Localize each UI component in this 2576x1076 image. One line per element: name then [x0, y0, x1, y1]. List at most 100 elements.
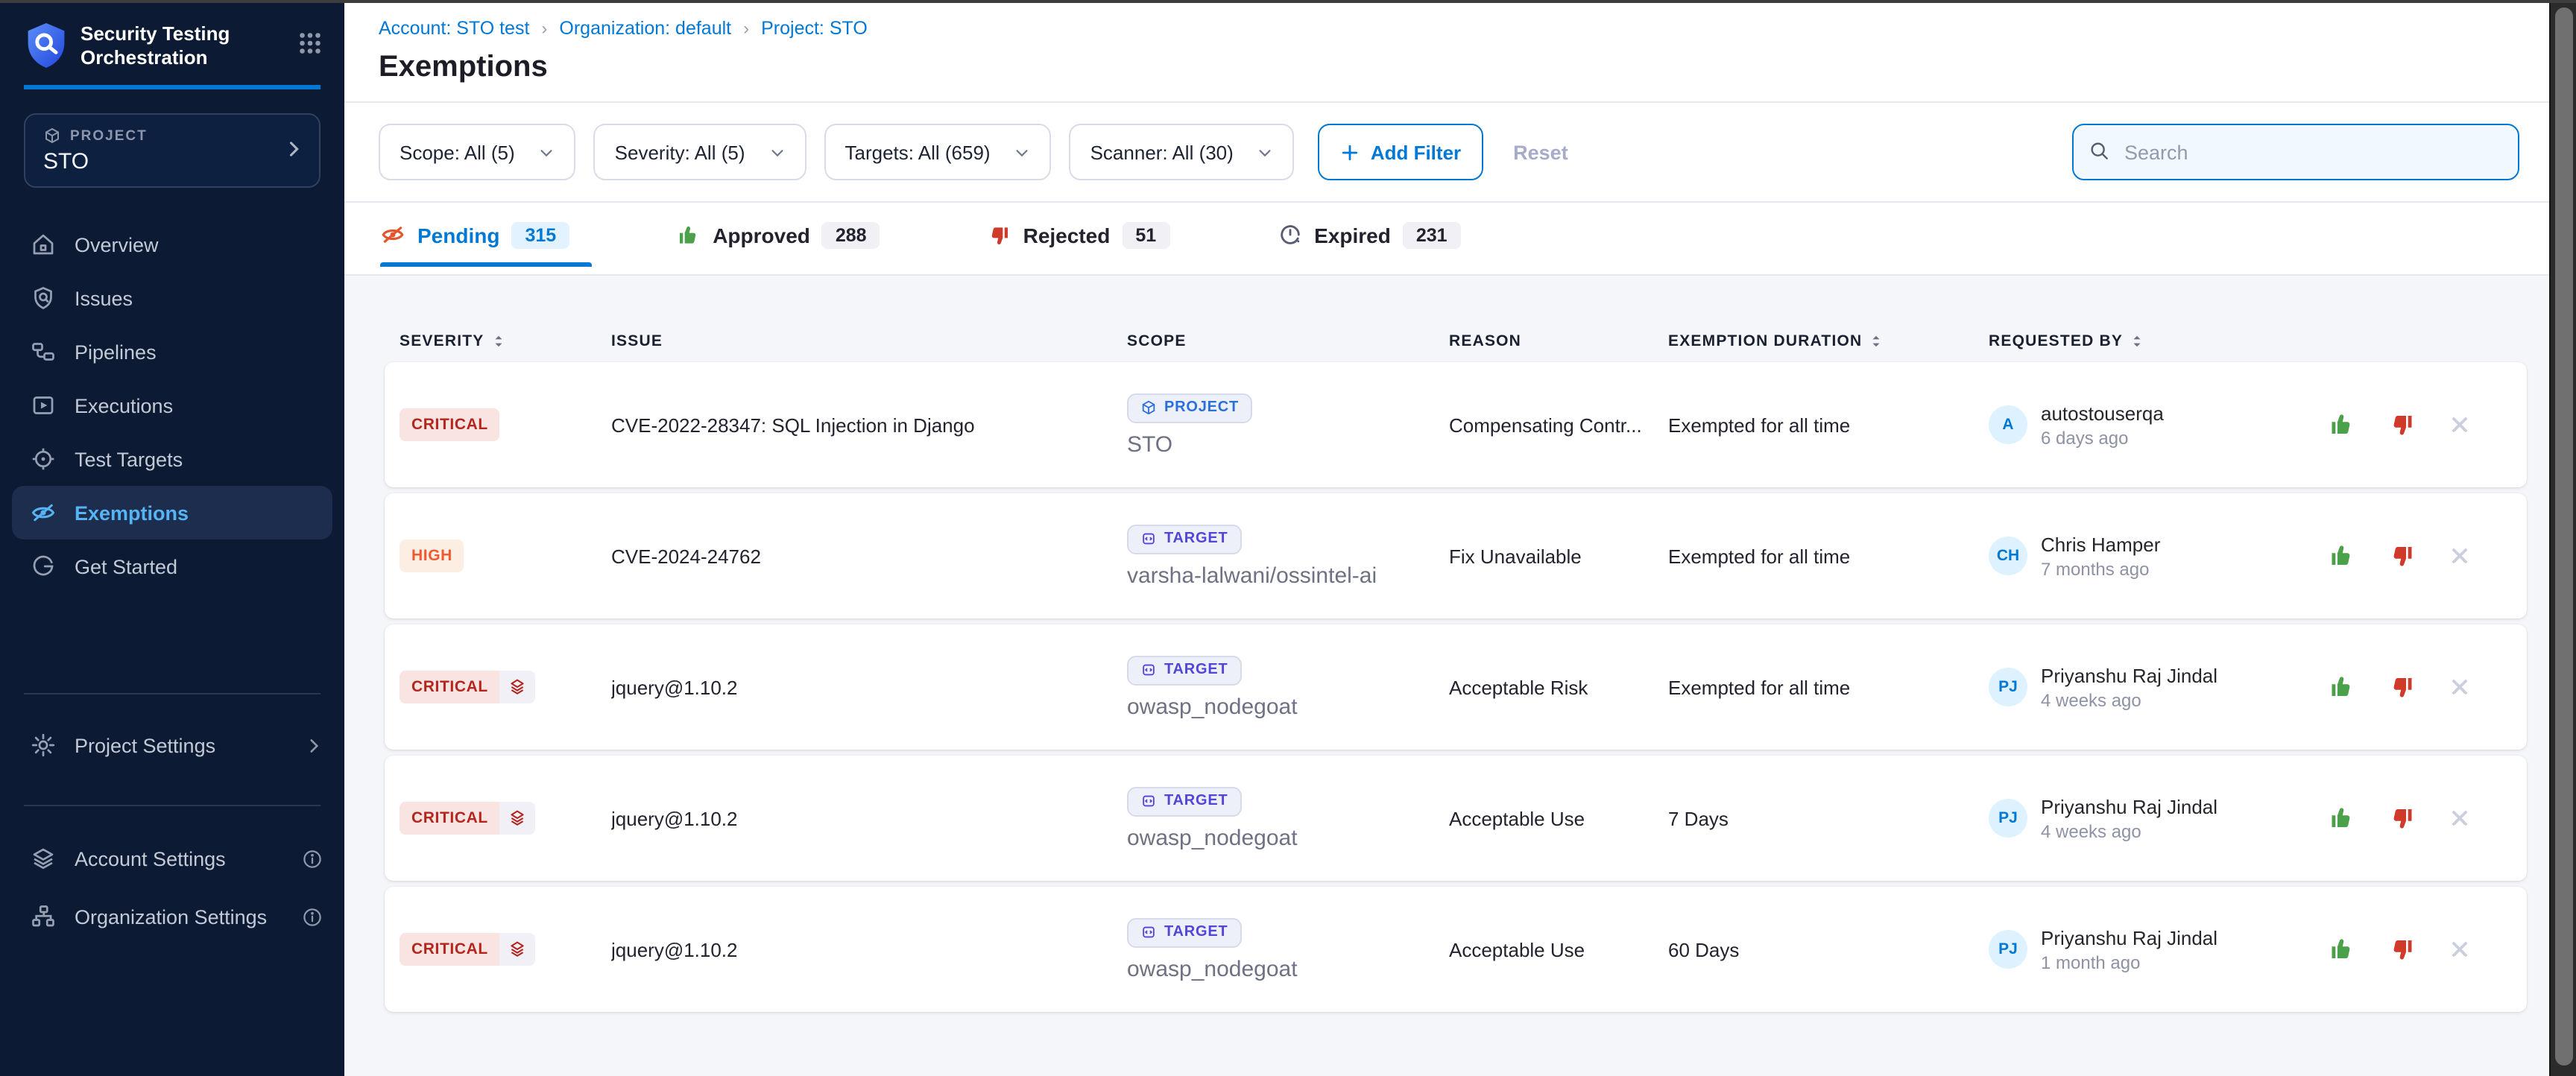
- reason: Acceptable Risk: [1449, 676, 1668, 698]
- tab-approved[interactable]: Approved 288: [677, 221, 880, 248]
- table-header-row: SEVERITY ISSUE SCOPE REASON EXEMPTION DU…: [385, 320, 2527, 362]
- column-header-reason: REASON: [1449, 332, 1668, 350]
- sidebar-item-test-targets[interactable]: Test Targets: [0, 432, 344, 486]
- scope-name: STO: [1127, 431, 1172, 457]
- cancel-button[interactable]: [2448, 806, 2472, 830]
- multi-occurrence-layers-icon: [500, 671, 536, 703]
- project-selector[interactable]: PROJECT STO: [24, 113, 321, 188]
- plus-icon: [1341, 142, 1360, 162]
- cancel-button[interactable]: [2448, 937, 2472, 961]
- sidebar-item-project-settings[interactable]: Project Settings: [0, 718, 344, 772]
- requested-time: 6 days ago: [2041, 427, 2164, 448]
- column-header-severity[interactable]: SEVERITY: [400, 332, 611, 350]
- cancel-button[interactable]: [2448, 544, 2472, 568]
- requester-name: Chris Hamper: [2041, 533, 2160, 555]
- cancel-button[interactable]: [2448, 675, 2472, 699]
- exemptions-table: SEVERITY ISSUE SCOPE REASON EXEMPTION DU…: [344, 274, 2549, 1076]
- sidebar-item-issues[interactable]: Issues: [0, 271, 344, 325]
- module-grid-icon[interactable]: [297, 30, 323, 57]
- chevron-down-icon: [1014, 144, 1031, 160]
- exemption-duration: 60 Days: [1668, 938, 1989, 961]
- sidebar-divider: [24, 805, 321, 806]
- brand-accent-line: [24, 85, 321, 89]
- sidebar-nav: Overview Issues Pipelines Executions Tes…: [0, 218, 344, 593]
- tab-count-badge: 51: [1122, 221, 1169, 248]
- approve-button[interactable]: [2329, 936, 2355, 963]
- table-row[interactable]: CRITICAL jquery@1.10.2 TARGET owasp_node…: [385, 624, 2527, 750]
- scrollbar-thumb[interactable]: [2555, 7, 2573, 1066]
- reject-button[interactable]: [2388, 542, 2415, 569]
- breadcrumb-organization[interactable]: Organization: default: [559, 18, 731, 39]
- requester-name: Priyanshu Raj Jindal: [2041, 926, 2217, 949]
- severity-badge: CRITICAL: [400, 408, 500, 441]
- scope-filter-dropdown[interactable]: Scope: All (5): [379, 124, 576, 180]
- sidebar-item-overview[interactable]: Overview: [0, 218, 344, 271]
- sidebar-item-account-settings[interactable]: Account Settings: [0, 832, 344, 885]
- reject-button[interactable]: [2388, 674, 2415, 700]
- severity-badge: HIGH: [400, 539, 464, 572]
- scanner-filter-dropdown[interactable]: Scanner: All (30): [1070, 124, 1295, 180]
- column-header-issue: ISSUE: [611, 332, 1127, 350]
- table-row[interactable]: HIGH CVE-2024-24762 TARGET varsha-lalwan…: [385, 493, 2527, 618]
- brand-header: Security Testing Orchestration: [0, 0, 344, 70]
- column-header-exemption-duration[interactable]: EXEMPTION DURATION: [1668, 332, 1989, 350]
- get-started-icon: [30, 553, 57, 580]
- approve-button[interactable]: [2329, 411, 2355, 438]
- sidebar-item-organization-settings[interactable]: Organization Settings: [0, 890, 344, 943]
- reason: Acceptable Use: [1449, 807, 1668, 829]
- sidebar-item-pipelines[interactable]: Pipelines: [0, 325, 344, 379]
- reject-button[interactable]: [2388, 805, 2415, 832]
- table-row[interactable]: CRITICAL CVE-2022-28347: SQL Injection i…: [385, 362, 2527, 487]
- sidebar-item-get-started[interactable]: Get Started: [0, 539, 344, 593]
- pipelines-icon: [30, 338, 57, 365]
- column-header-requested-by[interactable]: REQUESTED BY: [1989, 332, 2329, 350]
- app-title: Security Testing Orchestration: [80, 21, 297, 70]
- app-window: Security Testing Orchestration PROJECT S…: [0, 0, 2576, 1076]
- home-icon: [30, 231, 57, 258]
- reject-button[interactable]: [2388, 411, 2415, 438]
- approve-button[interactable]: [2329, 805, 2355, 832]
- main-content: Account: STO test › Organization: defaul…: [344, 0, 2549, 1076]
- sidebar-item-executions[interactable]: Executions: [0, 379, 344, 432]
- tab-pending[interactable]: Pending 315: [380, 221, 569, 248]
- cancel-button[interactable]: [2448, 413, 2472, 437]
- tab-count-badge: 288: [822, 221, 880, 248]
- sidebar-divider: [24, 693, 321, 694]
- approve-button[interactable]: [2329, 674, 2355, 700]
- window-top-edge: [0, 0, 2576, 3]
- gear-icon: [30, 732, 57, 759]
- breadcrumb-project[interactable]: Project: STO: [761, 18, 868, 39]
- severity-filter-dropdown[interactable]: Severity: All (5): [594, 124, 806, 180]
- search-icon: [2087, 139, 2111, 162]
- executions-play-icon: [30, 392, 57, 419]
- chevron-down-icon: [769, 144, 786, 160]
- target-crosshair-icon: [30, 446, 57, 472]
- targets-filter-dropdown[interactable]: Targets: All (659): [824, 124, 1052, 180]
- table-row[interactable]: CRITICAL jquery@1.10.2 TARGET owasp_node…: [385, 887, 2527, 1012]
- breadcrumb-account[interactable]: Account: STO test: [379, 18, 529, 39]
- tab-rejected[interactable]: Rejected 51: [988, 221, 1170, 248]
- thumbs-down-icon: [988, 223, 1011, 247]
- exemption-duration: Exempted for all time: [1668, 676, 1989, 698]
- vertical-scrollbar: [2549, 0, 2576, 1076]
- add-filter-button[interactable]: Add Filter: [1319, 124, 1483, 180]
- issue-title: jquery@1.10.2: [611, 676, 1127, 698]
- reset-filters-button[interactable]: Reset: [1513, 141, 1568, 163]
- approve-button[interactable]: [2329, 542, 2355, 569]
- search-input[interactable]: [2072, 124, 2519, 180]
- chevron-down-icon: [1257, 144, 1274, 160]
- sidebar-item-exemptions[interactable]: Exemptions: [12, 486, 332, 539]
- multi-occurrence-layers-icon: [500, 802, 536, 835]
- sort-icon: [2130, 332, 2144, 350]
- tab-expired[interactable]: Expired 231: [1277, 221, 1460, 248]
- avatar: A: [1989, 405, 2027, 444]
- reject-button[interactable]: [2388, 936, 2415, 963]
- sort-icon: [1869, 332, 1883, 350]
- scope-name: owasp_nodegoat: [1127, 825, 1298, 850]
- page-title: Exemptions: [379, 51, 2549, 85]
- cube-icon: [1140, 399, 1157, 416]
- info-icon[interactable]: [301, 905, 323, 928]
- table-row[interactable]: CRITICAL jquery@1.10.2 TARGET owasp_node…: [385, 756, 2527, 881]
- org-gear-icon: [30, 903, 57, 930]
- info-icon[interactable]: [301, 847, 323, 870]
